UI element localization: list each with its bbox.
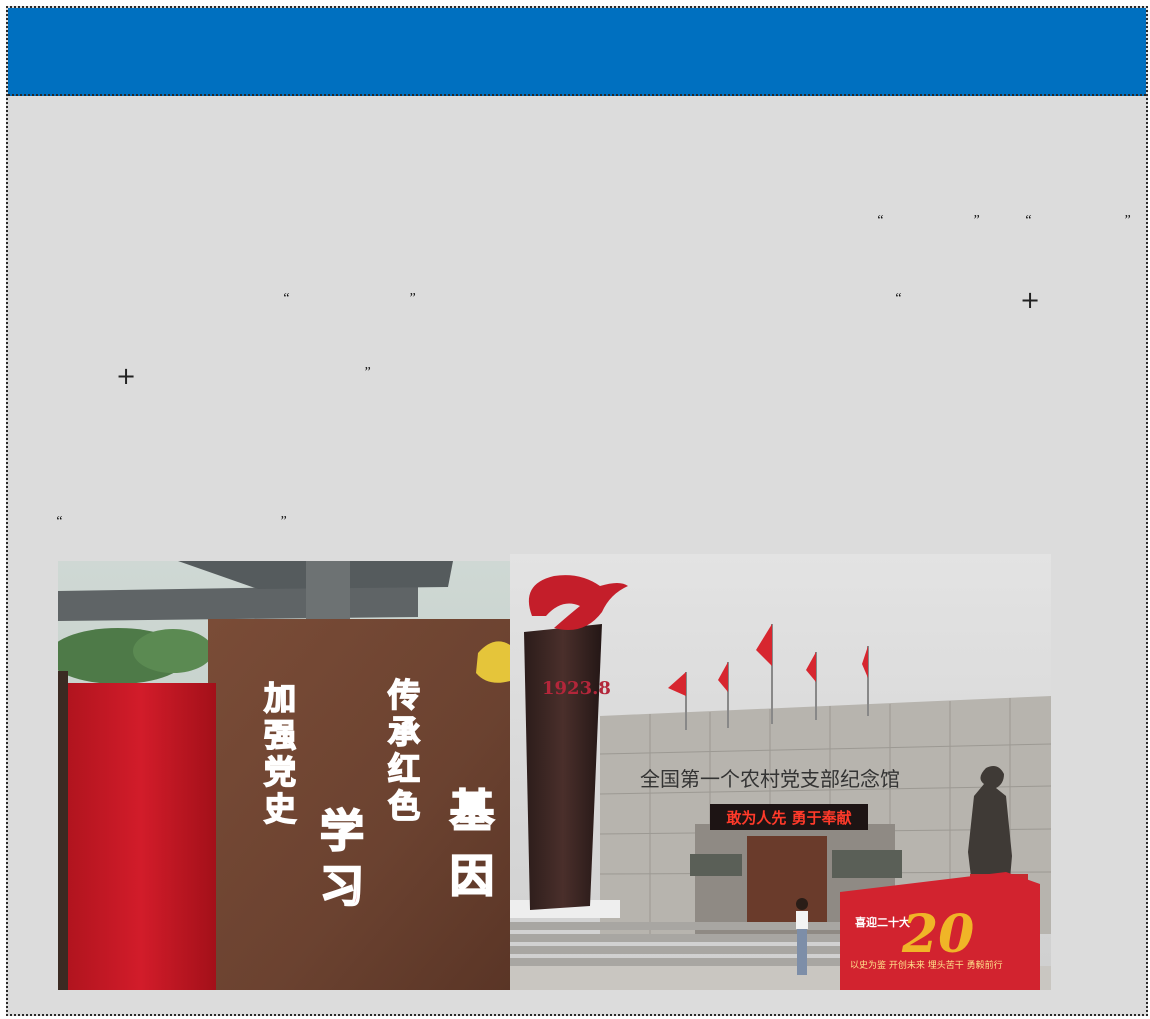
quote-open-mark: “ [1024, 213, 1032, 228]
quote-open-mark: “ [282, 291, 290, 306]
slogan-char: 习 [320, 861, 364, 912]
slogan-char: 承 [388, 713, 420, 751]
slogan-char: 党 [264, 753, 296, 791]
quote-open-mark: “ [55, 514, 63, 529]
header-bar [8, 8, 1146, 96]
quote-close-mark: ” [363, 365, 371, 380]
memorial-wall-photo: 加 强 党 史 传 承 红 色 学 习 基 因 [58, 561, 510, 990]
memorial-hall-photo: 敢为人先 勇于奉献 全国第一个农村党支部纪念馆 1923.8 喜迎二十大 20 … [510, 554, 1051, 990]
plus-mark: + [1020, 286, 1041, 314]
slogan-char: 传 [387, 676, 420, 714]
plus-mark: + [116, 362, 137, 390]
tower-year: 1923.8 [542, 678, 611, 699]
quote-close-mark: ” [279, 514, 287, 529]
slogan-char: 基 [450, 786, 494, 837]
slogan-char: 史 [264, 790, 296, 828]
board-slogan: 以史为鉴 开创未来 埋头苦干 勇毅前行 [850, 959, 1003, 971]
board-number: 20 [901, 904, 974, 965]
quote-open-mark: “ [876, 213, 884, 228]
content-frame: “ ” “ ” “ ” “ + + ” “ ” 加 强 党 史 传 承 红 色 … [6, 6, 1148, 1016]
slogan-char: 红 [388, 750, 420, 788]
slogan-char: 因 [450, 851, 494, 902]
slogan-char: 色 [388, 787, 420, 825]
building-name: 全国第一个农村党支部纪念馆 [640, 767, 900, 791]
slogan-char: 加 [264, 679, 296, 717]
slogan-char: 强 [264, 716, 296, 754]
quote-close-mark: ” [408, 291, 416, 306]
quote-close-mark: ” [1123, 213, 1131, 228]
led-sign: 敢为人先 勇于奉献 [726, 809, 851, 827]
quote-open-mark: “ [894, 291, 902, 306]
slogan-char: 学 [320, 806, 364, 857]
quote-close-mark: ” [972, 213, 980, 228]
